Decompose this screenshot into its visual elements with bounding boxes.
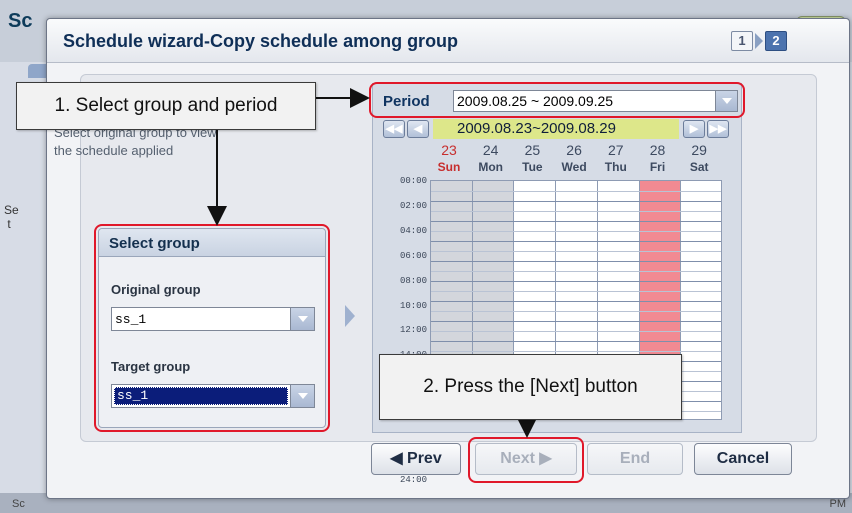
schedule-gridline	[431, 201, 721, 202]
schedule-gridline	[431, 311, 721, 312]
callout-press-next: 2. Press the [Next] button	[379, 354, 682, 420]
calendar-day-fri: Fri	[649, 160, 666, 174]
schedule-gridline	[431, 271, 721, 272]
time-label: 10:00	[399, 300, 427, 311]
schedule-gridline	[431, 261, 721, 262]
next-week-button[interactable]: ▶	[683, 120, 705, 138]
time-label: 00:00	[399, 176, 427, 186]
background-left-text: Se t	[4, 203, 19, 231]
schedule-gridline	[431, 211, 721, 212]
time-label: 04:00	[399, 225, 427, 236]
next-month-button[interactable]: ▶▶	[707, 120, 729, 138]
calendar-date: 23	[441, 142, 457, 158]
hint-line-2: the schedule applied	[54, 143, 174, 158]
calendar-date: 29	[691, 142, 707, 158]
schedule-gridline	[431, 281, 721, 282]
cancel-button[interactable]: Cancel	[694, 443, 792, 475]
arrow-right-icon	[345, 305, 355, 327]
calendar-date: 27	[608, 142, 624, 158]
step-1-indicator: 1	[731, 31, 753, 51]
calendar-days: Sun Mon Tue Wed Thu Fri Sat	[428, 160, 743, 176]
calendar-day-sun: Sun	[437, 160, 461, 174]
dialog-header: Schedule wizard-Copy schedule among grou…	[47, 19, 849, 63]
schedule-gridline	[431, 341, 721, 342]
calendar-day-tue: Tue	[522, 160, 543, 174]
end-button[interactable]: End	[587, 443, 683, 475]
schedule-gridline	[431, 301, 721, 302]
period-highlight	[369, 82, 745, 118]
background-status-right: PM	[829, 498, 847, 510]
schedule-gridline	[431, 231, 721, 232]
select-group-highlight	[94, 224, 330, 432]
schedule-gridline	[431, 321, 721, 322]
step-2-indicator: 2	[765, 31, 787, 51]
calendar-day-thu: Thu	[604, 160, 627, 174]
time-label: 06:00	[399, 250, 427, 261]
calendar-date: 25	[524, 142, 541, 158]
prev-button[interactable]: ◀ Prev	[371, 443, 461, 475]
schedule-gridline	[431, 191, 721, 192]
schedule-gridline	[431, 221, 721, 222]
next-button-highlight	[468, 437, 584, 483]
schedule-gridline	[431, 291, 721, 292]
schedule-gridline	[431, 351, 721, 352]
calendar-day-wed: Wed	[561, 160, 587, 174]
week-range: 2009.08.23~2009.08.29	[433, 119, 679, 139]
calendar-date: 24	[482, 142, 499, 158]
dialog-title: Schedule wizard-Copy schedule among grou…	[63, 31, 459, 51]
calendar-date: 26	[566, 142, 582, 158]
time-label: 24:00	[399, 474, 427, 485]
prev-month-button[interactable]: ◀◀	[383, 120, 405, 138]
time-label: 12:00	[399, 325, 427, 336]
calendar-dates: 23 24 25 26 27 28 29	[428, 142, 743, 158]
calendar-day-mon: Mon	[478, 160, 504, 174]
prev-week-button[interactable]: ◀	[407, 120, 429, 138]
schedule-gridline	[431, 331, 721, 332]
callout-select-group-period: 1. Select group and period	[16, 82, 316, 130]
time-label: 02:00	[399, 200, 427, 211]
background-title: Sc	[8, 10, 33, 32]
time-label: 08:00	[399, 275, 427, 286]
calendar-date: 28	[649, 142, 666, 158]
schedule-gridline	[431, 251, 721, 252]
schedule-gridline	[431, 241, 721, 242]
step-arrow-icon	[755, 33, 763, 49]
calendar-day-sat: Sat	[689, 160, 709, 174]
background-status-left: Sc	[12, 498, 25, 510]
